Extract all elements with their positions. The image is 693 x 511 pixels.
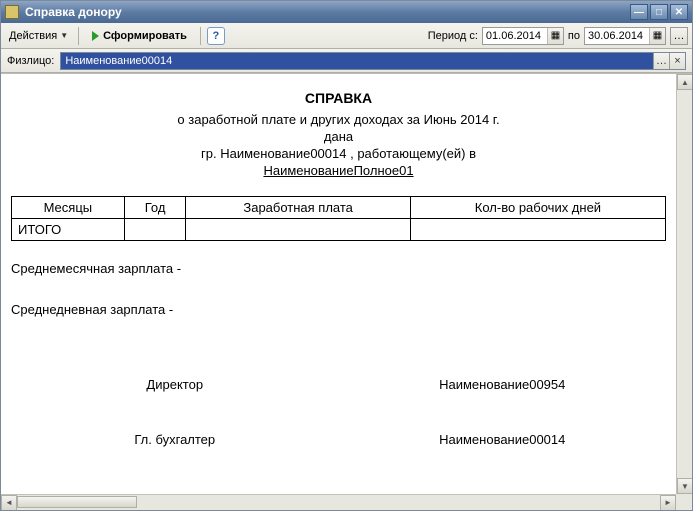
date-from-input[interactable]	[483, 29, 547, 43]
total-days	[410, 219, 665, 241]
date-from-field[interactable]: ▦	[482, 27, 564, 45]
date-to-field[interactable]: ▦	[584, 27, 666, 45]
sig-role: Директор	[11, 377, 339, 392]
sig-name: Наименование00954	[339, 377, 667, 392]
period-label: Период с:	[428, 30, 478, 42]
chevron-down-icon: ▼	[60, 31, 68, 40]
col-salary: Заработная плата	[186, 197, 410, 219]
close-button[interactable]: ✕	[670, 4, 688, 20]
filter-bar: Физлицо: Наименование00014 … ×	[1, 49, 692, 73]
sig-role: Гл. бухгалтер	[11, 432, 339, 447]
toolbar: Действия ▼ Сформировать ? Период с: ▦ по…	[1, 23, 692, 49]
total-salary	[186, 219, 410, 241]
period-to-label: по	[568, 30, 580, 42]
avg-month-line: Среднемесячная зарплата -	[11, 261, 666, 276]
doc-subtitle: о заработной плате и других доходах за И…	[11, 112, 666, 127]
window-title: Справка донору	[25, 5, 628, 19]
period-select-button[interactable]: …	[670, 27, 688, 45]
separator	[78, 27, 79, 45]
scroll-corner	[676, 494, 692, 510]
salary-table: Месяцы Год Заработная плата Кол-во рабоч…	[11, 196, 666, 241]
titlebar: Справка донору — □ ✕	[1, 1, 692, 23]
person-field[interactable]: Наименование00014 … ×	[60, 52, 686, 70]
app-window: Справка донору — □ ✕ Действия ▼ Сформиро…	[0, 0, 693, 511]
document-viewport: СПРАВКА о заработной плате и других дохо…	[1, 74, 676, 494]
period-controls: Период с: ▦ по ▦ …	[428, 27, 688, 45]
play-icon	[92, 31, 99, 41]
scroll-right-icon[interactable]: ►	[660, 495, 676, 511]
help-button[interactable]: ?	[207, 27, 225, 45]
run-button[interactable]: Сформировать	[85, 27, 194, 45]
doc-org: НаименованиеПолное01	[11, 163, 666, 178]
table-total-row: ИТОГО	[12, 219, 666, 241]
calendar-icon[interactable]: ▦	[649, 28, 665, 44]
person-value: Наименование00014	[61, 54, 653, 68]
table-header-row: Месяцы Год Заработная плата Кол-во рабоч…	[12, 197, 666, 219]
actions-menu[interactable]: Действия ▼	[5, 28, 72, 44]
run-label: Сформировать	[103, 30, 187, 42]
horizontal-scrollbar[interactable]: ◄ ►	[1, 494, 676, 510]
scroll-thumb[interactable]	[17, 496, 137, 508]
vertical-scrollbar[interactable]: ▲ ▼	[676, 74, 692, 494]
clear-button[interactable]: ×	[669, 53, 685, 69]
date-to-input[interactable]	[585, 29, 649, 43]
report-document: СПРАВКА о заработной плате и других дохо…	[11, 90, 666, 447]
col-days: Кол-во рабочих дней	[410, 197, 665, 219]
signature-accountant: Гл. бухгалтер Наименование00014	[11, 432, 666, 447]
total-label: ИТОГО	[12, 219, 125, 241]
total-year	[124, 219, 186, 241]
calendar-icon[interactable]: ▦	[547, 28, 563, 44]
scroll-down-icon[interactable]: ▼	[677, 478, 692, 494]
doc-given: дана	[11, 129, 666, 144]
app-icon	[5, 5, 19, 19]
document-area: СПРАВКА о заработной плате и других дохо…	[1, 73, 692, 510]
maximize-button[interactable]: □	[650, 4, 668, 20]
scroll-left-icon[interactable]: ◄	[1, 495, 17, 511]
doc-to-line: гр. Наименование00014 , работающему(ей) …	[11, 146, 666, 161]
person-label: Физлицо:	[7, 55, 54, 67]
col-months: Месяцы	[12, 197, 125, 219]
actions-label: Действия	[9, 30, 57, 42]
separator	[200, 27, 201, 45]
avg-day-line: Среднедневная зарплата -	[11, 302, 666, 317]
select-button[interactable]: …	[653, 53, 669, 69]
minimize-button[interactable]: —	[630, 4, 648, 20]
signature-director: Директор Наименование00954	[11, 377, 666, 392]
col-year: Год	[124, 197, 186, 219]
sig-name: Наименование00014	[339, 432, 667, 447]
scroll-up-icon[interactable]: ▲	[677, 74, 692, 90]
doc-title: СПРАВКА	[11, 90, 666, 106]
scroll-track[interactable]	[17, 495, 660, 510]
